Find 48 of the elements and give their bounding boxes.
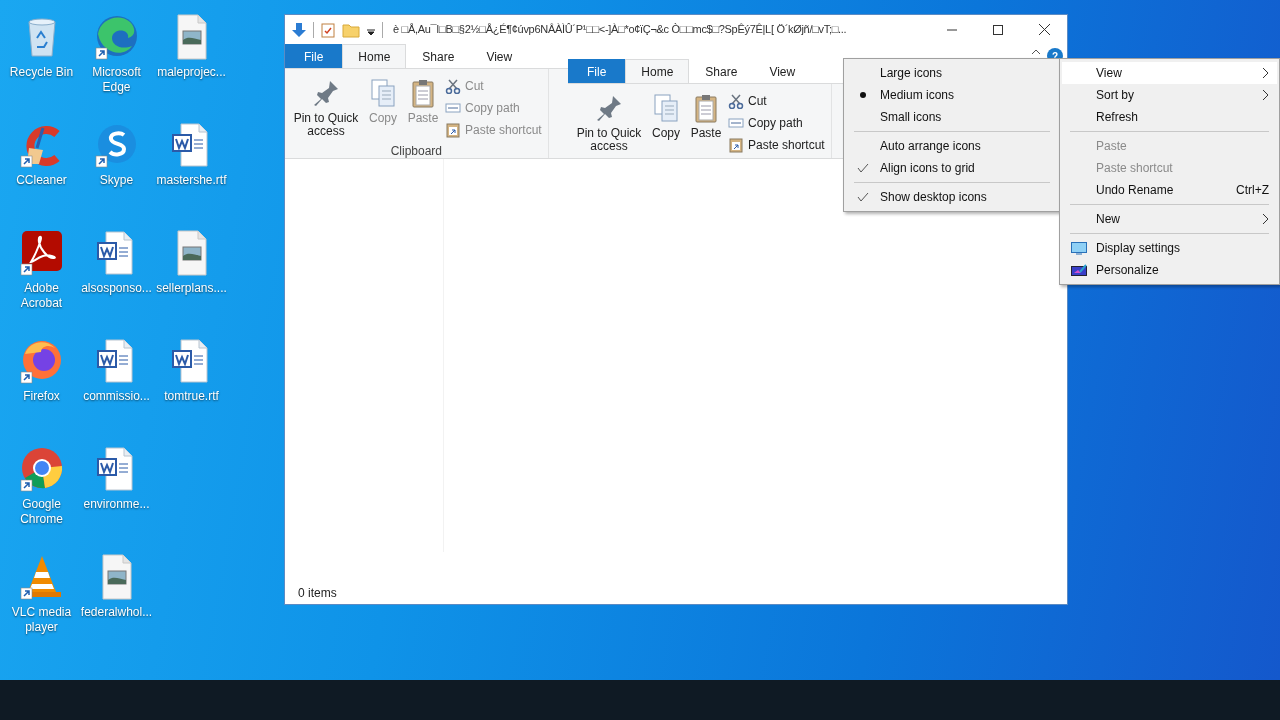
ribbon-button[interactable]: Pin to Quick access bbox=[574, 88, 644, 157]
ribbon-button[interactable]: Pin to Quick access bbox=[291, 73, 361, 142]
window-title: è □Å,Au¯I□B□§2½□Å¿É¶¢úvp6NÂÀÌÛ´P¹□□<-]À□*o¢ïÇ¬&c Ò□□mc$□?SpÊý7Ê|L[ Ö´kØjñ/□vT;□... bbox=[393, 22, 848, 38]
icon-label: Google Chrome bbox=[19, 497, 64, 527]
shortcut-text: Ctrl+Z bbox=[1236, 182, 1269, 199]
ribbon-tab[interactable]: View bbox=[470, 44, 529, 68]
menu-item[interactable]: Small icons bbox=[846, 106, 1058, 128]
menu-item[interactable]: Align icons to grid bbox=[846, 157, 1058, 179]
icon-label: Microsoft Edge bbox=[91, 65, 142, 95]
ribbon-button[interactable]: Cut bbox=[728, 92, 825, 110]
icon-label: environme... bbox=[83, 497, 150, 512]
menu-item[interactable]: Show desktop icons bbox=[846, 186, 1058, 208]
menu-item[interactable]: Personalize bbox=[1062, 259, 1277, 281]
ribbon-tab[interactable]: Share bbox=[406, 44, 471, 68]
icon-label: Recycle Bin bbox=[9, 65, 74, 80]
icon-label: CCleaner bbox=[16, 173, 67, 188]
icon-label: mastershe.rtf bbox=[156, 173, 227, 188]
ribbon-tab[interactable]: Home bbox=[625, 59, 690, 83]
ribbon-button[interactable]: Copy path bbox=[728, 114, 825, 132]
menu-item[interactable]: Display settings bbox=[1062, 237, 1277, 259]
icon-label: Skype bbox=[99, 173, 134, 188]
icon-label: Adobe Acrobat bbox=[19, 281, 64, 311]
menu-item[interactable]: Refresh bbox=[1062, 106, 1277, 128]
icon-label: alsosponso... bbox=[81, 281, 152, 296]
menu-item[interactable]: View bbox=[1062, 62, 1277, 84]
ribbon-button[interactable]: Paste shortcut bbox=[728, 136, 825, 154]
ribbon-button[interactable]: Copy bbox=[648, 88, 684, 157]
icon-label: Firefox bbox=[23, 389, 60, 404]
icon-label: sellerplans.... bbox=[156, 281, 227, 296]
menu-item[interactable]: New bbox=[1062, 208, 1277, 230]
group-label: Clipboard bbox=[389, 143, 444, 160]
menu-item[interactable]: Undo Rename Ctrl+Z bbox=[1062, 179, 1277, 201]
icon-label: maleprojec... bbox=[157, 65, 226, 80]
file-tab[interactable]: File bbox=[568, 59, 626, 83]
icon-label: commissio... bbox=[83, 389, 150, 404]
icon-label: VLC media player bbox=[10, 605, 73, 635]
ribbon-tab[interactable]: Home bbox=[342, 44, 407, 68]
icon-label: federalwhol... bbox=[80, 605, 153, 620]
file-tab[interactable]: File bbox=[285, 44, 343, 68]
icon-label: tomtrue.rtf bbox=[164, 389, 219, 404]
ribbon-tab[interactable]: View bbox=[753, 59, 812, 83]
menu-item[interactable]: Large icons bbox=[846, 62, 1058, 84]
menu-item[interactable]: Auto arrange icons bbox=[846, 135, 1058, 157]
ribbon-tab[interactable]: Share bbox=[689, 59, 754, 83]
ribbon-button[interactable]: Paste bbox=[688, 88, 724, 157]
status-bar-text: 0 items bbox=[297, 585, 338, 602]
menu-item[interactable]: Sort by bbox=[1062, 84, 1277, 106]
menu-item[interactable]: Medium icons bbox=[846, 84, 1058, 106]
